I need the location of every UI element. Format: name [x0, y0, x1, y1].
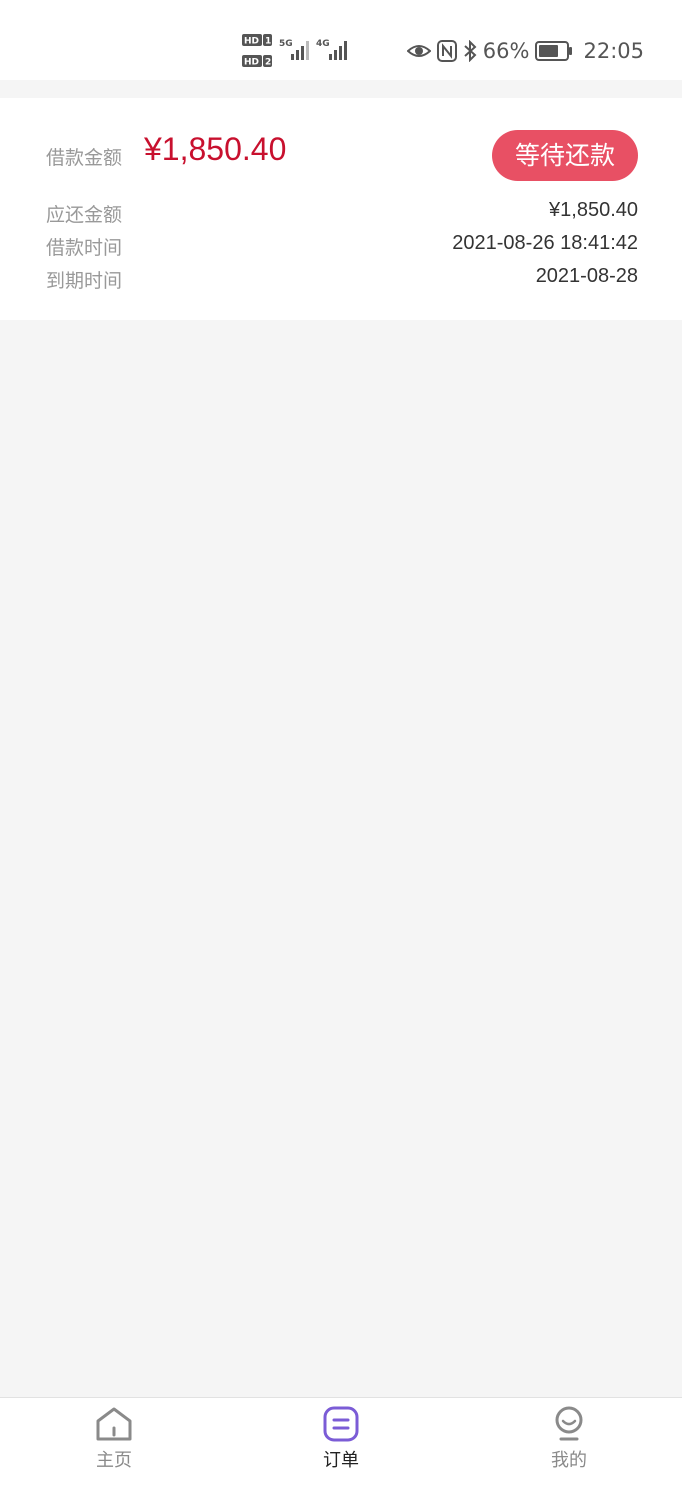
- loan-time-value: 2021-08-26 18:41:42: [452, 232, 638, 254]
- home-icon: [96, 1407, 132, 1441]
- clock: 22:05: [583, 39, 644, 63]
- signal-5g-icon: 5G: [279, 39, 309, 60]
- loan-time-label: 借款时间: [46, 237, 123, 259]
- nav-label-home: 主页: [96, 1450, 132, 1471]
- svg-text:5G: 5G: [279, 39, 293, 49]
- repay-amount-label: 应还金额: [46, 204, 123, 226]
- sim-indicators: HD 1 HD 2: [242, 32, 272, 70]
- nav-label-profile: 我的: [551, 1450, 587, 1471]
- status-badge[interactable]: 等待还款: [492, 130, 638, 181]
- profile-icon: [555, 1406, 583, 1441]
- due-time-label: 到期时间: [46, 270, 123, 292]
- repay-amount-value: ¥1,850.40: [549, 199, 638, 221]
- order-icon: [323, 1406, 359, 1442]
- sim-card-icon: HD 1 HD 2: [242, 34, 272, 68]
- bottom-nav: 主页 订单 我的: [0, 1397, 682, 1501]
- nav-label-orders: 订单: [323, 1450, 359, 1471]
- svg-text:4G: 4G: [316, 39, 330, 49]
- svg-text:2: 2: [265, 58, 271, 68]
- loan-amount-value: ¥1,850.40: [144, 131, 287, 167]
- nav-item-orders[interactable]: 订单: [281, 1406, 401, 1486]
- bluetooth-icon: [464, 40, 477, 62]
- due-time-value: 2021-08-28: [535, 265, 638, 287]
- battery-icon: [535, 41, 573, 61]
- svg-text:1: 1: [265, 37, 271, 47]
- status-bar: HD 1 HD 2 5G 4G 66% 22:05: [0, 0, 682, 80]
- nav-item-profile[interactable]: 我的: [509, 1406, 629, 1486]
- eye-icon: [406, 45, 431, 57]
- svg-text:HD: HD: [244, 37, 259, 47]
- svg-text:HD: HD: [244, 58, 259, 68]
- nav-item-home[interactable]: 主页: [54, 1406, 174, 1486]
- signal-4g-icon: 4G: [316, 39, 347, 60]
- loan-amount-label: 借款金额: [46, 147, 123, 169]
- battery-percent: 66%: [482, 39, 530, 63]
- nfc-icon: [436, 40, 457, 62]
- status-right-group: 66% 22:05: [401, 36, 644, 66]
